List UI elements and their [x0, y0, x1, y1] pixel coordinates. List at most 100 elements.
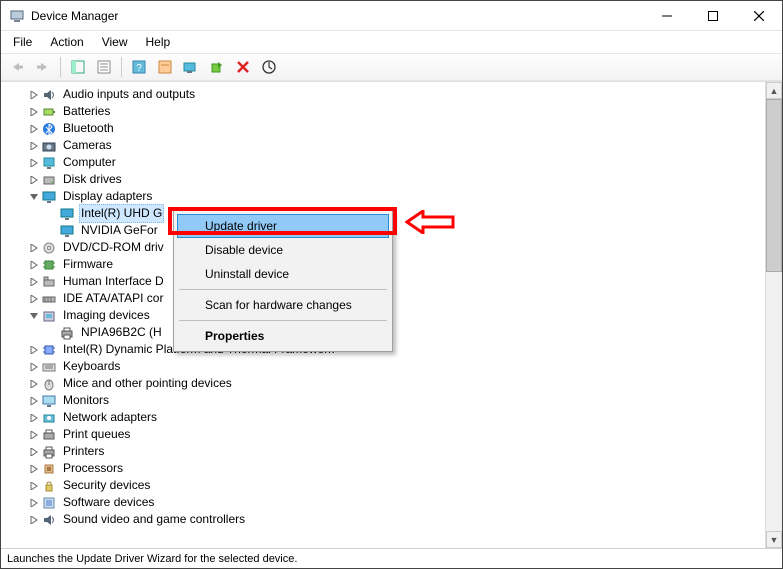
action-button[interactable] [153, 56, 177, 78]
ide-icon [41, 291, 57, 307]
titlebar: Device Manager [1, 1, 782, 31]
uninstall-device-button[interactable] [231, 56, 255, 78]
context-menu: Update driverDisable deviceUninstall dev… [173, 210, 393, 352]
vertical-scrollbar[interactable]: ▲ ▼ [765, 82, 782, 548]
tree-node[interactable]: Cameras [1, 137, 765, 154]
tree-node-label: IDE ATA/ATAPI cor [61, 290, 165, 307]
svg-text:?: ? [136, 63, 142, 74]
expand-icon[interactable] [27, 394, 41, 408]
app-icon [9, 8, 25, 24]
tree-node[interactable]: Batteries [1, 103, 765, 120]
context-menu-item[interactable]: Properties [177, 324, 389, 348]
scroll-track[interactable] [766, 99, 782, 531]
menu-help[interactable]: Help [138, 33, 179, 51]
monitor-icon [41, 393, 57, 409]
tree-node-label: Bluetooth [61, 120, 116, 137]
tree-node[interactable]: Audio inputs and outputs [1, 86, 765, 103]
properties-button[interactable] [92, 56, 116, 78]
hid-icon [41, 274, 57, 290]
tree-node[interactable]: Mice and other pointing devices [1, 375, 765, 392]
battery-icon [41, 104, 57, 120]
expand-icon[interactable] [27, 513, 41, 527]
expand-icon[interactable] [27, 156, 41, 170]
tree-node-label: NPIA96B2C (H [79, 324, 164, 341]
disk-icon [41, 172, 57, 188]
tree-node-label: Security devices [61, 477, 152, 494]
show-hide-console-tree-button[interactable] [66, 56, 90, 78]
cpu-icon [41, 461, 57, 477]
scroll-thumb[interactable] [766, 99, 782, 272]
tree-node-label: Batteries [61, 103, 112, 120]
collapse-icon[interactable] [27, 309, 41, 323]
expand-icon[interactable] [27, 241, 41, 255]
expand-icon[interactable] [27, 275, 41, 289]
expand-icon[interactable] [27, 139, 41, 153]
expand-icon[interactable] [27, 411, 41, 425]
update-driver-button[interactable] [179, 56, 203, 78]
expand-icon[interactable] [27, 377, 41, 391]
content-area: Audio inputs and outputsBatteriesBluetoo… [1, 81, 782, 548]
expand-icon[interactable] [27, 105, 41, 119]
context-menu-item[interactable]: Scan for hardware changes [177, 293, 389, 317]
minimize-button[interactable] [644, 1, 690, 31]
no-expand [45, 326, 59, 340]
maximize-button[interactable] [690, 1, 736, 31]
tree-node[interactable]: Bluetooth [1, 120, 765, 137]
tree-node[interactable]: Monitors [1, 392, 765, 409]
menu-file[interactable]: File [5, 33, 40, 51]
printer-icon [41, 444, 57, 460]
tree-node-label: Imaging devices [61, 307, 152, 324]
back-button[interactable] [5, 56, 29, 78]
tree-node[interactable]: Display adapters [1, 188, 765, 205]
tree-node-label: Keyboards [61, 358, 122, 375]
help-button[interactable]: ? [127, 56, 151, 78]
scroll-down-button[interactable]: ▼ [766, 531, 782, 548]
menu-view[interactable]: View [94, 33, 136, 51]
tree-node[interactable]: Printers [1, 443, 765, 460]
tree-node[interactable]: Software devices [1, 494, 765, 511]
device-manager-window: Device Manager File Action View Help [0, 0, 783, 569]
context-menu-item[interactable]: Disable device [177, 238, 389, 262]
tree-node[interactable]: Security devices [1, 477, 765, 494]
tree-node[interactable]: Print queues [1, 426, 765, 443]
scroll-up-button[interactable]: ▲ [766, 82, 782, 99]
no-expand [45, 224, 59, 238]
expand-icon[interactable] [27, 173, 41, 187]
context-menu-item[interactable]: Update driver [177, 214, 389, 238]
expand-icon[interactable] [27, 496, 41, 510]
expand-icon[interactable] [27, 88, 41, 102]
expand-icon[interactable] [27, 462, 41, 476]
expand-icon[interactable] [27, 343, 41, 357]
keyboard-icon [41, 359, 57, 375]
no-expand [45, 207, 59, 221]
expand-icon[interactable] [27, 292, 41, 306]
tree-node-label: Network adapters [61, 409, 159, 426]
tree-node[interactable]: Computer [1, 154, 765, 171]
tree-node[interactable]: Disk drives [1, 171, 765, 188]
tree-node[interactable]: Processors [1, 460, 765, 477]
menubar: File Action View Help [1, 31, 782, 53]
expand-icon[interactable] [27, 258, 41, 272]
expand-icon[interactable] [27, 428, 41, 442]
close-button[interactable] [736, 1, 782, 31]
tree-node[interactable]: Sound video and game controllers [1, 511, 765, 528]
forward-button[interactable] [31, 56, 55, 78]
context-menu-separator [179, 289, 387, 290]
tree-node-label: Mice and other pointing devices [61, 375, 234, 392]
tree-node[interactable]: Keyboards [1, 358, 765, 375]
expand-icon[interactable] [27, 479, 41, 493]
tree-node-label: Audio inputs and outputs [61, 86, 197, 103]
display-icon [59, 223, 75, 239]
firmware-icon [41, 257, 57, 273]
expand-icon[interactable] [27, 445, 41, 459]
tree-node-label: Cameras [61, 137, 114, 154]
expand-icon[interactable] [27, 360, 41, 374]
menu-action[interactable]: Action [42, 33, 91, 51]
expand-icon[interactable] [27, 122, 41, 136]
audio-icon [41, 512, 57, 528]
scan-hardware-button[interactable] [257, 56, 281, 78]
collapse-icon[interactable] [27, 190, 41, 204]
context-menu-item[interactable]: Uninstall device [177, 262, 389, 286]
tree-node[interactable]: Network adapters [1, 409, 765, 426]
enable-device-button[interactable] [205, 56, 229, 78]
